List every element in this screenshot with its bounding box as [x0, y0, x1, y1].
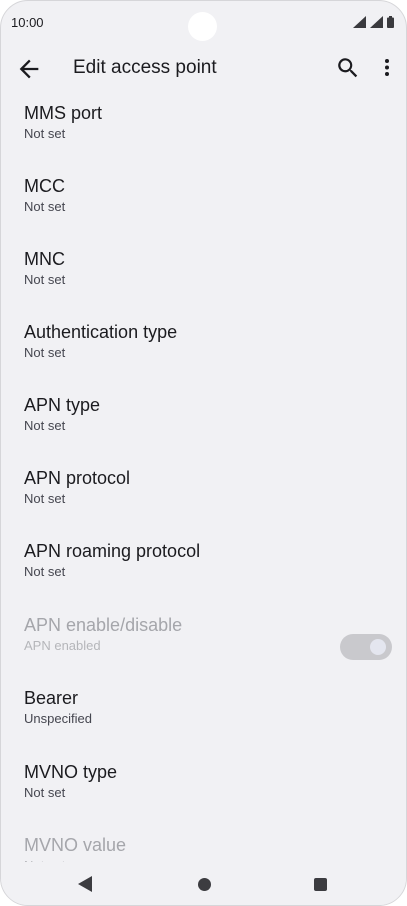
setting-mcc[interactable]: MCC Not set: [1, 166, 406, 239]
setting-title: MMS port: [24, 103, 103, 123]
status-bar: 10:00: [1, 1, 406, 45]
battery-icon: [387, 16, 394, 28]
arrow-left-icon: [19, 59, 39, 79]
setting-value: Not set: [24, 564, 66, 579]
setting-authentication-type[interactable]: Authentication type Not set: [1, 312, 406, 385]
setting-bearer[interactable]: Bearer Unspecified: [1, 678, 406, 751]
setting-value: Not set: [24, 491, 66, 506]
system-nav-bar: [1, 862, 406, 905]
search-button[interactable]: [335, 55, 361, 81]
setting-value: Not set: [24, 126, 66, 141]
more-vert-icon: [385, 59, 389, 76]
more-options-button[interactable]: [377, 55, 397, 81]
setting-value: Not set: [24, 418, 66, 433]
setting-title: Authentication type: [24, 322, 178, 342]
status-time: 10:00: [11, 15, 44, 30]
setting-value: Not set: [24, 272, 66, 287]
signal-icon: [353, 16, 366, 28]
setting-title: MVNO type: [24, 762, 118, 782]
setting-value: Unspecified: [24, 711, 92, 726]
setting-title: MVNO value: [24, 835, 127, 855]
setting-mvno-type[interactable]: MVNO type Not set: [1, 752, 406, 825]
nav-recents-icon[interactable]: [314, 878, 327, 891]
setting-mms-port[interactable]: MMS port Not set: [1, 93, 406, 166]
setting-title: APN enable/disable: [24, 615, 183, 635]
setting-apn-roaming-protocol[interactable]: APN roaming protocol Not set: [1, 531, 406, 604]
nav-back-icon[interactable]: [77, 875, 93, 893]
toggle-knob: [370, 639, 386, 655]
back-button[interactable]: [15, 55, 43, 83]
setting-value: APN enabled: [24, 638, 101, 653]
setting-mnc[interactable]: MNC Not set: [1, 239, 406, 312]
setting-value: Not set: [24, 199, 66, 214]
signal-icon: [370, 16, 383, 28]
setting-title: MCC: [24, 176, 65, 196]
phone-screen: 10:00 Edit access point MMS port Not set…: [0, 0, 407, 906]
setting-apn-protocol[interactable]: APN protocol Not set: [1, 458, 406, 531]
page-title: Edit access point: [73, 57, 217, 78]
app-bar: Edit access point: [1, 45, 406, 93]
setting-value: Not set: [24, 785, 66, 800]
setting-title: Bearer: [24, 688, 79, 708]
apn-enable-toggle: [340, 634, 392, 660]
setting-value: Not set: [24, 345, 66, 360]
setting-title: APN roaming protocol: [24, 541, 201, 561]
camera-cutout: [188, 12, 217, 41]
setting-title: APN protocol: [24, 468, 131, 488]
status-icons: [353, 16, 394, 28]
nav-home-icon[interactable]: [198, 878, 211, 891]
setting-apn-enable-disable: APN enable/disable APN enabled: [1, 605, 406, 678]
setting-apn-type[interactable]: APN type Not set: [1, 385, 406, 458]
setting-title: MNC: [24, 249, 65, 269]
search-icon: [338, 58, 358, 78]
setting-title: APN type: [24, 395, 101, 415]
